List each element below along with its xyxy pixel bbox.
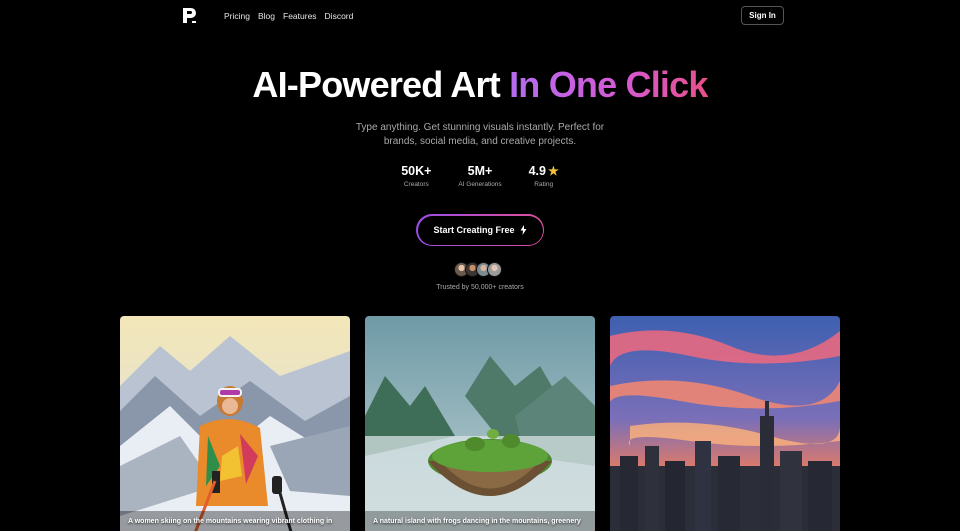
hero-title-gradient: In One Click: [509, 64, 708, 105]
nav-links: Pricing Blog Features Discord: [224, 11, 353, 21]
gallery: A women skiing on the mountains wearing …: [120, 316, 840, 531]
gallery-caption: A natural island with frogs dancing in t…: [373, 518, 581, 525]
stats-row: 50K+ Creators 5M+ AI Generations 4.9 ★ R…: [0, 164, 960, 188]
gallery-card-city[interactable]: [610, 316, 840, 531]
nav-link-blog[interactable]: Blog: [258, 11, 275, 21]
hero-subtitle: Type anything. Get stunning visuals inst…: [355, 122, 605, 147]
stat-value: 5M+: [467, 164, 493, 178]
nav-link-pricing[interactable]: Pricing: [224, 11, 250, 21]
gallery-caption: A women skiing on the mountains wearing …: [128, 518, 333, 525]
sign-in-button[interactable]: Sign In: [741, 6, 784, 25]
stat-creators: 50K+ Creators: [396, 164, 436, 188]
nav-link-discord[interactable]: Discord: [325, 11, 354, 21]
lightning-bolt-icon: [520, 225, 527, 235]
hero-title-plain: AI-Powered Art: [252, 64, 500, 105]
island-image: [365, 316, 595, 531]
start-creating-button[interactable]: Start Creating Free: [416, 214, 544, 246]
stat-label: Rating: [534, 181, 554, 188]
creator-avatars: [454, 262, 502, 277]
trusted-by-text: Trusted by 50,000+ creators: [436, 284, 524, 291]
skier-image: [120, 316, 350, 531]
stat-label: AI Generations: [458, 181, 502, 188]
stat-value: 50K+: [401, 164, 432, 178]
gallery-card-island[interactable]: A natural island with frogs dancing in t…: [365, 316, 595, 531]
city-sunset-image: [610, 316, 840, 531]
cta-label: Start Creating Free: [433, 225, 515, 235]
rating-value: 4.9: [528, 164, 546, 178]
top-navbar: Pricing Blog Features Discord Sign In: [0, 0, 960, 34]
stat-rating: 4.9 ★ Rating: [524, 164, 564, 188]
stat-label: Creators: [403, 181, 429, 188]
hero-title: AI-Powered Art In One Click: [0, 64, 960, 106]
star-icon: ★: [547, 164, 559, 178]
nav-link-features[interactable]: Features: [283, 11, 317, 21]
start-creating-button-inner[interactable]: Start Creating Free: [417, 215, 543, 245]
avatar: [487, 262, 502, 277]
stat-generations: 5M+ AI Generations: [458, 164, 501, 188]
logo-icon[interactable]: [182, 7, 198, 27]
stat-value-rating: 4.9 ★: [529, 164, 559, 178]
gallery-card-skier[interactable]: A women skiing on the mountains wearing …: [120, 316, 350, 531]
